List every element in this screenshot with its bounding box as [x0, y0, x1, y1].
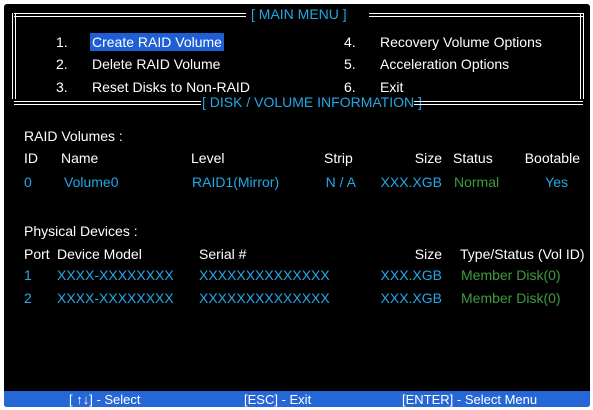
info-section-border: [14, 101, 201, 105]
menu-item-number: 5.: [344, 56, 356, 72]
menu-item-number: 3.: [56, 79, 68, 95]
info-section-title: [ DISK / VOLUME INFORMATION ]: [202, 94, 422, 110]
key-help-select: [ ↑↓] - Select: [69, 392, 141, 407]
device-serial: XXXXXXXXXXXXXX: [199, 290, 330, 306]
device-model: XXXX-XXXXXXXX: [57, 267, 174, 283]
col-header-strip: Strip: [324, 150, 353, 166]
main-menu-left-border: [12, 13, 16, 99]
volume-id: 0: [24, 174, 32, 190]
info-section-border-right: [414, 101, 583, 105]
key-help-enter: [ENTER] - Select Menu: [402, 392, 538, 407]
volume-name: Volume0: [64, 174, 119, 190]
col-header-device-size: Size: [414, 246, 442, 262]
col-header-level: Level: [191, 150, 225, 166]
col-header-id: ID: [24, 150, 38, 166]
col-header-port: Port: [24, 246, 50, 262]
bios-raid-screen: [ MAIN MENU ] 1. Create RAID Volume 2. D…: [4, 4, 590, 407]
volume-level: RAID1(Mirror): [192, 174, 280, 190]
menu-item-number: 1.: [56, 34, 68, 50]
device-type-status: Member Disk(0): [461, 267, 561, 283]
device-size: XXX.XGB: [380, 267, 442, 283]
physical-devices-label: Physical Devices :: [24, 223, 138, 239]
col-header-type-status: Type/Status (Vol ID): [460, 246, 585, 262]
raid-volumes-label: RAID Volumes :: [24, 128, 123, 144]
col-header-status: Status: [453, 150, 493, 166]
main-menu-right-border: [580, 13, 584, 99]
menu-item-number: 4.: [344, 34, 356, 50]
col-header-device-model: Device Model: [57, 246, 142, 262]
volume-size: XXX.XGB: [380, 174, 442, 190]
device-port: 1: [24, 267, 32, 283]
menu-item-delete-raid-volume[interactable]: Delete RAID Volume: [92, 55, 220, 73]
device-model: XXXX-XXXXXXXX: [57, 290, 174, 306]
menu-item-create-raid-volume[interactable]: Create RAID Volume: [90, 33, 224, 51]
device-serial: XXXXXXXXXXXXXX: [199, 267, 330, 283]
device-type-status: Member Disk(0): [461, 290, 561, 306]
col-header-serial: Serial #: [199, 246, 247, 262]
main-menu-top-border: [14, 13, 246, 17]
main-menu-title: [ MAIN MENU ]: [251, 6, 347, 22]
col-header-name: Name: [61, 150, 99, 166]
device-port: 2: [24, 290, 32, 306]
col-header-size: Size: [414, 150, 442, 166]
menu-item-number: 2.: [56, 56, 68, 72]
menu-item-recovery-volume-options[interactable]: Recovery Volume Options: [380, 33, 542, 51]
volume-status: Normal: [454, 174, 500, 190]
key-help-exit: [ESC] - Exit: [244, 392, 312, 407]
key-help-bar: [ ↑↓] - Select [ESC] - Exit [ENTER] - Se…: [4, 391, 590, 407]
main-menu-top-border-right: [369, 13, 583, 17]
menu-item-acceleration-options[interactable]: Acceleration Options: [380, 55, 509, 73]
device-size: XXX.XGB: [380, 290, 442, 306]
col-header-bootable: Bootable: [524, 150, 580, 166]
volume-bootable: Yes: [545, 174, 568, 190]
volume-strip: N / A: [325, 174, 356, 190]
